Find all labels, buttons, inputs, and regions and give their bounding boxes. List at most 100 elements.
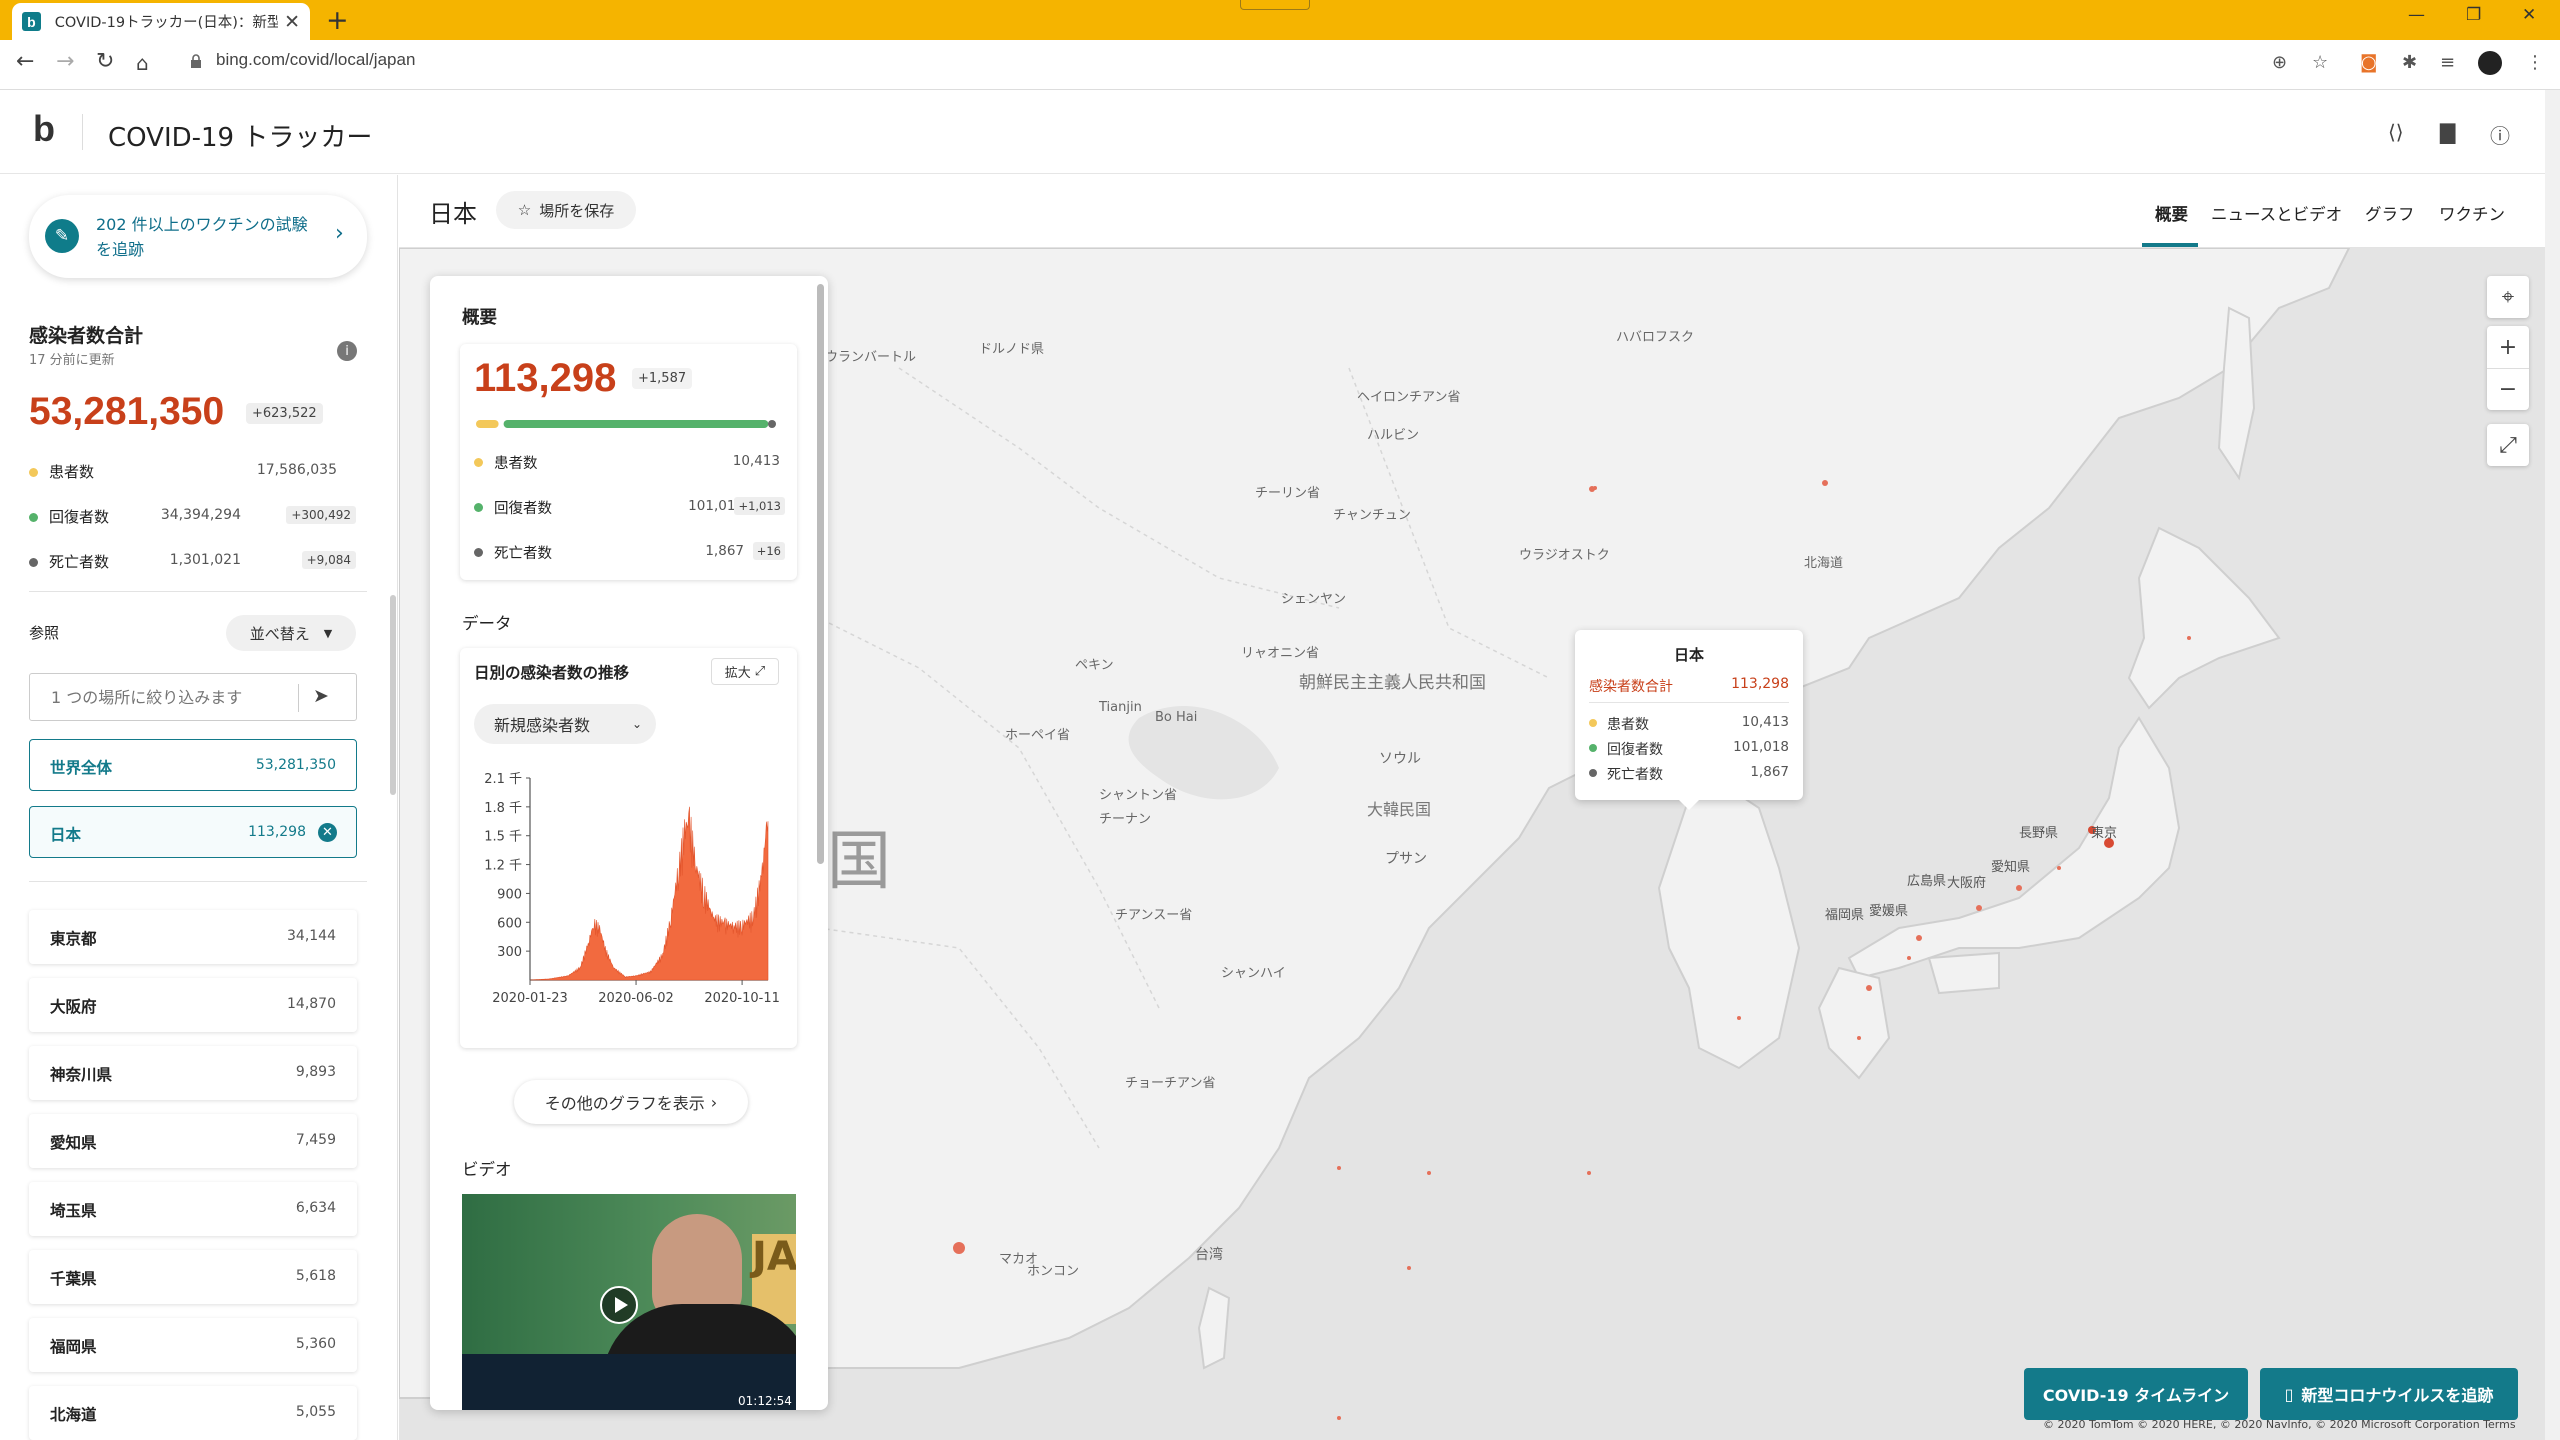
label-tianjin: Tianjin (1099, 700, 1142, 715)
extensions-icon[interactable]: ✱ (2402, 52, 2417, 73)
restore-icon[interactable]: ❐ (2466, 5, 2481, 25)
timeline-button[interactable]: COVID-19 タイムライン (2024, 1368, 2248, 1420)
active-tab-indicator (2142, 243, 2198, 247)
japan-row[interactable]: 日本 113,298 ✕ (29, 806, 357, 858)
tooltip-divider (1589, 702, 1789, 703)
locate-me-icon[interactable]: ⌖ (2487, 276, 2529, 318)
video-duration: 01:12:54 (738, 1394, 792, 1408)
address-bar[interactable]: bing.com/covid/local/japan (216, 50, 415, 70)
info-icon[interactable]: ⓘ (2490, 120, 2510, 149)
save-location-button[interactable]: ☆ 場所を保存 (496, 191, 636, 229)
clear-selection-icon[interactable]: ✕ (318, 823, 337, 842)
expand-button[interactable]: 拡大 ⤢ (711, 658, 779, 685)
locate-arrow-icon[interactable]: ➤ (313, 685, 329, 707)
label-changchun: チャンチュン (1333, 508, 1411, 523)
prefecture-value: 9,893 (295, 1064, 336, 1080)
y-tick-label: 1.2 千 (484, 859, 522, 874)
browser-tab[interactable]: b COVID-19トラッカー(日本)：新型コ ✕ (12, 3, 310, 40)
prefecture-name: 千葉県 (50, 1270, 97, 1288)
japan-name: 日本 (50, 826, 82, 844)
stat-label: 死亡者数 (49, 553, 110, 571)
stat-label: 死亡者数 (1607, 767, 1663, 783)
sort-button[interactable]: 並べ替え ▼ (226, 615, 356, 651)
reading-list-icon[interactable]: ≡ (2440, 52, 2455, 73)
page-scrollbar[interactable] (2545, 90, 2560, 1440)
zoom-in-icon[interactable]: + (2499, 326, 2517, 368)
stat-dot (29, 513, 38, 522)
home-icon[interactable]: ⌂ (136, 51, 149, 75)
rss-extension-icon[interactable]: ◙ (2360, 52, 2377, 73)
prefecture-name: 東京都 (50, 930, 97, 948)
prefecture-row[interactable]: 東京都 34,144 (29, 910, 357, 964)
fullscreen-icon[interactable]: ⤢ (2487, 424, 2529, 466)
stat-label: 死亡者数 (494, 546, 552, 562)
new-tab-icon[interactable]: + (326, 5, 349, 36)
location-title: 日本 (429, 200, 477, 228)
tab-close-icon[interactable]: ✕ (284, 11, 300, 33)
label-ulaanbaatar: ウランバートル (825, 350, 917, 365)
label-busan: プサン (1385, 851, 1427, 867)
updated-text: 17 分前に更新 (29, 353, 115, 368)
feedback-icon[interactable]: ▇ (2440, 120, 2455, 144)
japan-value: 113,298 (248, 824, 306, 840)
metric-dropdown[interactable]: 新規感染者数 ⌄ (474, 704, 656, 744)
panel-scrollbar[interactable] (817, 284, 824, 864)
map-tooltip: 日本 感染者数合計 113,298 患者数 10,413 回復者数 101,018 死亡… (1575, 630, 1803, 810)
info-icon[interactable]: i (337, 341, 357, 361)
y-tick-label: 600 (497, 916, 522, 931)
label-tokyo: 東京 (2091, 826, 2118, 841)
close-window-icon[interactable]: ✕ (2522, 5, 2536, 25)
stat-label: 回復者数 (494, 501, 552, 517)
bing-favicon-icon: b (22, 12, 41, 31)
prefecture-row[interactable]: 愛知県 7,459 (29, 1114, 357, 1168)
browse-label: 参照 (29, 624, 60, 642)
app-title: COVID-19 トラッカー (108, 123, 373, 153)
bookmark-star-icon[interactable]: ☆ (2312, 52, 2328, 73)
prefecture-name: 北海道 (50, 1406, 97, 1424)
vaccine-tracker-card[interactable]: ✎ 202 件以上のワクチンの試験を追跡 › (29, 195, 367, 278)
cases-chart[interactable]: 2.1 千 1.8 千 1.5 千 1.2 千 900 600 300 2020-01-23 2… (460, 758, 797, 1048)
search-input[interactable] (31, 675, 301, 719)
prefecture-row[interactable]: 大阪府 14,870 (29, 978, 357, 1032)
world-row[interactable]: 世界全体 53,281,350 (29, 739, 357, 791)
profile-avatar[interactable] (2478, 51, 2502, 75)
star-icon: ☆ (517, 201, 532, 219)
zoom-out-icon[interactable]: − (2487, 368, 2529, 410)
label-harbin: ハルビン (1367, 428, 1420, 443)
prefecture-row[interactable]: 埼玉県 6,634 (29, 1182, 357, 1236)
x-tick-label: 2020-10-11 (704, 991, 780, 1006)
stat-value: 1,867 (1750, 764, 1789, 780)
share-icon[interactable]: ⟨⟩ (2388, 120, 2404, 144)
prefecture-row[interactable]: 千葉県 5,618 (29, 1250, 357, 1304)
prefecture-value: 5,055 (295, 1404, 336, 1420)
menu-dots-icon[interactable]: ⋮ (2526, 52, 2544, 73)
tab-news-video[interactable]: ニュースとビデオ (2211, 201, 2342, 225)
minimize-icon[interactable]: — (2408, 5, 2425, 25)
more-graphs-button[interactable]: その他のグラフを表示 › (514, 1080, 748, 1124)
prefecture-row[interactable]: 神奈川県 9,893 (29, 1046, 357, 1100)
track-virus-button[interactable]: ▯ 新型コロナウイルスを追跡 (2260, 1368, 2518, 1420)
prefecture-row[interactable]: 福岡県 5,360 (29, 1318, 357, 1372)
left-scrollbar[interactable] (390, 595, 396, 795)
play-icon[interactable] (600, 1286, 638, 1324)
reload-icon[interactable]: ↻ (96, 49, 114, 74)
prefecture-row[interactable]: 北海道 5,055 (29, 1386, 357, 1440)
search-divider (298, 684, 299, 712)
browser-window: b COVID-19トラッカー(日本)：新型コ ✕ + — ❐ ✕ ← → ↻ … (0, 0, 2560, 1440)
back-icon[interactable]: ← (16, 49, 34, 74)
tab-vaccine[interactable]: ワクチン (2439, 201, 2505, 225)
video-thumbnail[interactable]: JA 01:12:54 (462, 1194, 796, 1410)
expand-icon: ⤢ (754, 664, 766, 679)
tab-overview[interactable]: 概要 (2155, 201, 2188, 225)
stat-value: 101,018 (1733, 739, 1789, 755)
install-icon[interactable]: ⊕ (2272, 52, 2287, 73)
stat-label: 患者数 (494, 456, 538, 472)
more-graphs-label: その他のグラフを表示 (544, 1094, 705, 1113)
bing-logo-icon[interactable]: b (33, 108, 55, 150)
total-label: 感染者数合計 (29, 325, 144, 347)
forward-icon[interactable]: → (56, 49, 74, 74)
stat-dot (474, 503, 483, 512)
cases-area (530, 806, 769, 981)
tab-graphs[interactable]: グラフ (2365, 201, 2415, 225)
tab-search-handle[interactable] (1240, 0, 1310, 10)
